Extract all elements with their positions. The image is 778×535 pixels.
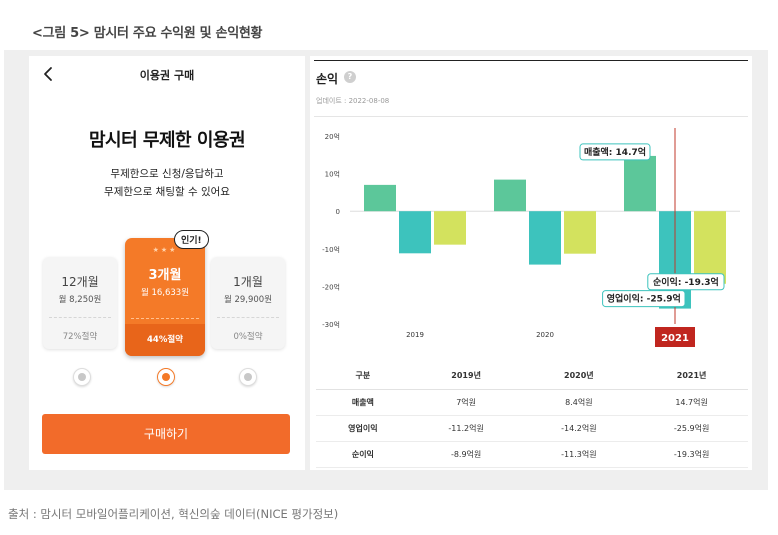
plan-name: 3개월 (148, 268, 182, 283)
figure-title: <그림 5> 맘시터 주요 수익원 및 손익현황 (32, 26, 263, 41)
source-note: 출처 : 맘시터 모바일어플리케이션, 혁신의숲 데이터(NICE 평가정보) (8, 507, 339, 521)
y-tick-label: -10억 (322, 246, 340, 254)
purchase-screen: 이용권 구매 맘시터 무제한 이용권 무제한으로 신청/응답하고 무제한으로 채… (29, 56, 305, 470)
table-header-row: 구분 2019년 2020년 2021년 (316, 363, 748, 390)
x-tick-label: 2019 (406, 331, 424, 339)
y-tick-label: 20억 (325, 133, 340, 141)
callout-label: 매출액: 14.7억 (584, 146, 646, 158)
y-tick-label: -20억 (322, 283, 340, 291)
plan-card-12-months[interactable]: 12개월 월 8,250원 72%절약 (43, 257, 117, 349)
panel-top-rule (314, 60, 748, 61)
y-tick-label: 10억 (325, 171, 340, 179)
callout-label: 영업이익: -25.9억 (607, 293, 681, 305)
app-title: 이용권 구매 (139, 69, 195, 82)
plan-price: 월 29,900원 (223, 295, 273, 305)
panel-title: 손익 (316, 72, 339, 86)
plan-price: 월 16,633원 (140, 288, 190, 298)
bar-영업이익-2019 (399, 211, 431, 254)
radio-dot (78, 373, 86, 381)
table-header: 2021년 (635, 363, 748, 390)
table-cell: -14.2억원 (522, 415, 636, 442)
table-header: 구분 (316, 363, 410, 390)
bar-매출액-2019 (364, 184, 396, 212)
purchase-button[interactable]: 구매하기 (42, 414, 290, 454)
plan-divider (49, 317, 111, 318)
plan-card-1-month[interactable]: 1개월 월 29,900원 0%절약 (211, 257, 285, 349)
table-cell: 영업이익 (316, 415, 410, 442)
x-tick-label: 2021 (661, 333, 689, 344)
plan-name: 1개월 (233, 275, 263, 289)
table-row: 순이익 -8.9억원 -11.3억원 -19.3억원 (316, 441, 748, 468)
profit-loss-table: 구분 2019년 2020년 2021년 매출액 7억원 8.4억원 14.7억… (316, 363, 748, 468)
table-cell: -11.2억원 (409, 415, 523, 442)
table-cell: 8.4억원 (522, 389, 636, 416)
plan-discount: 44%절약 (147, 335, 183, 345)
callout-label: 순이익: -19.3억 (653, 276, 719, 288)
bar-순이익-2020 (564, 211, 596, 254)
plan-card-3-months[interactable]: ★★★ 3개월 월 16,633원 44%절약 (125, 238, 205, 356)
update-date: 업데이트 : 2022-08-08 (316, 97, 390, 105)
plan-discount: 0%절약 (233, 332, 263, 342)
plan-radio-3-months[interactable] (157, 368, 175, 386)
profit-loss-chart: 20억 10억 0 -10억 -20억 -30억 2019 2020 2021 매출액: 14.7… (322, 128, 740, 347)
profit-loss-panel: 손익 ? 업데이트 : 2022-08-08 20억 10억 0 -10억 -20억 -3… (310, 56, 752, 470)
table-cell: 7억원 (409, 389, 523, 416)
bar-매출액-2021 (624, 155, 656, 212)
table-cell: -25.9억원 (635, 415, 748, 442)
plan-discount: 72%절약 (62, 332, 98, 342)
subtitle-line-2: 무제한으로 채팅할 수 있어요 (104, 186, 230, 198)
plan-divider (131, 318, 199, 319)
bar-순이익-2019 (434, 211, 466, 245)
table-cell: 14.7억원 (635, 389, 748, 416)
plan-radio-12-months[interactable] (73, 368, 91, 386)
app-header: 이용권 구매 (29, 56, 305, 92)
table-cell: -19.3억원 (635, 441, 748, 468)
table-cell: 순이익 (316, 441, 410, 468)
table-row: 영업이익 -11.2억원 -14.2억원 -25.9억원 (316, 415, 748, 442)
bar-영업이익-2020 (529, 211, 561, 265)
radio-dot (244, 373, 252, 381)
table-cell: 매출액 (316, 389, 410, 416)
table-row: 매출액 7억원 8.4억원 14.7억원 (316, 389, 748, 416)
plan-price: 월 8,250원 (58, 295, 102, 305)
radio-dot (162, 373, 170, 381)
table-cell: -11.3억원 (522, 441, 636, 468)
figure-frame: 이용권 구매 맘시터 무제한 이용권 무제한으로 신청/응답하고 무제한으로 채… (4, 50, 768, 490)
table-header: 2019년 (409, 363, 523, 390)
table-header: 2020년 (522, 363, 636, 390)
hero-title: 맘시터 무제한 이용권 (88, 130, 246, 151)
help-icon[interactable]: ? (344, 71, 356, 83)
subtitle-line-1: 무제한으로 신청/응답하고 (110, 168, 224, 180)
plan-divider (217, 317, 279, 318)
popular-badge: 인기! (174, 230, 209, 249)
x-tick-label: 2020 (536, 331, 554, 339)
plan-name: 12개월 (61, 275, 99, 289)
bar-매출액-2020 (494, 179, 526, 212)
plan-radio-1-month[interactable] (239, 368, 257, 386)
y-tick-label: -30억 (322, 321, 340, 329)
y-tick-label: 0 (336, 208, 340, 216)
table-cell: -8.9억원 (409, 441, 523, 468)
panel-divider (314, 116, 748, 117)
bar-순이익-2021 (694, 211, 726, 284)
